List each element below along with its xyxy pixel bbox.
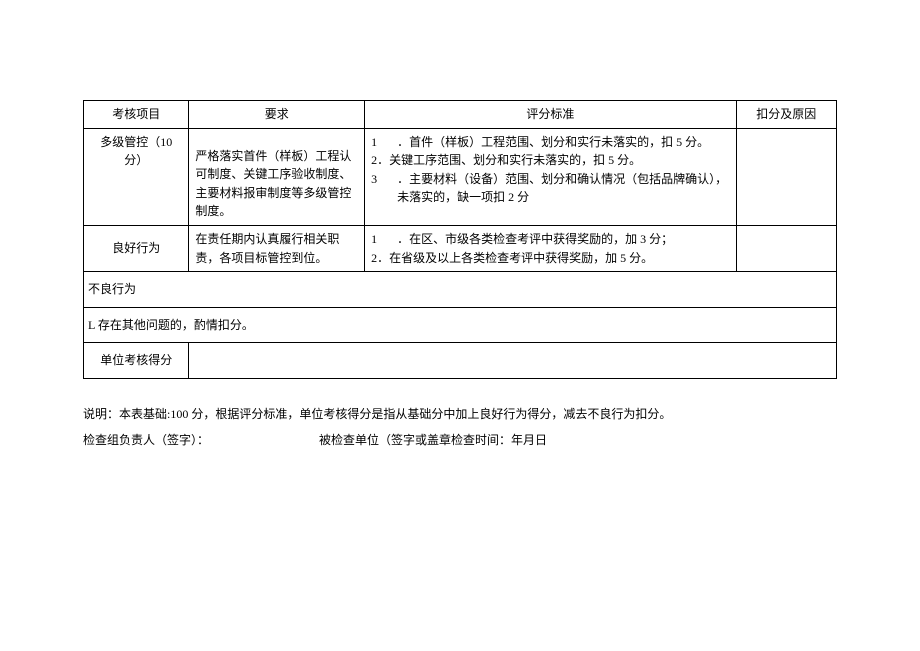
- cell-requirement: 在责任期内认真履行相关职责，各项目标管控到位。: [189, 225, 365, 271]
- cell-criteria: 1 ．在区、市级各类检查考评中获得奖励的，加 3 分； 2．在省级及以上各类检查…: [365, 225, 736, 271]
- cell-item: 多级管控（10 分）: [84, 128, 189, 225]
- cell-item: 单位考核得分: [84, 343, 189, 379]
- notes-block: 说明：本表基础:100 分，根据评分标准，单位考核得分是指从基础分中加上良好行为…: [83, 401, 837, 454]
- cell-requirement: 严格落实首件（样板）工程认可制度、关键工序验收制度、主要材料报审制度等多级管控制…: [189, 128, 365, 225]
- cell-deduction: [736, 128, 836, 225]
- table-row: 多级管控（10 分） 严格落实首件（样板）工程认可制度、关键工序验收制度、主要材…: [84, 128, 837, 225]
- table-row: L 存在其他问题的，酌情扣分。: [84, 307, 837, 343]
- criteria-text: ．首件（样板）工程范围、划分和实行未落实的，扣 5 分。: [397, 133, 729, 152]
- table-row: 单位考核得分: [84, 343, 837, 379]
- criteria-num: 1: [371, 133, 385, 152]
- cell-deduction: [736, 225, 836, 271]
- table-row: 不良行为: [84, 272, 837, 308]
- criteria-text: 2．关键工序范围、划分和实行未落实的，扣 5 分。: [371, 151, 729, 170]
- criteria-num: 1: [371, 230, 385, 249]
- cell-full: 不良行为: [84, 272, 837, 308]
- sig-unit: 被检查单位（签字或盖章检查时间：年月日: [319, 433, 547, 447]
- cell-full: L 存在其他问题的，酌情扣分。: [84, 307, 837, 343]
- header-criteria: 评分标准: [365, 101, 736, 129]
- note-signatures: 检查组负责人（签字）： 被检查单位（签字或盖章检查时间：年月日: [83, 427, 837, 453]
- header-requirement: 要求: [189, 101, 365, 129]
- criteria-text: ．主要材料（设备）范围、划分和确认情况（包括品牌确认），未落实的，缺一项扣 2 …: [397, 170, 729, 207]
- header-item: 考核项目: [84, 101, 189, 129]
- note-explain: 说明：本表基础:100 分，根据评分标准，单位考核得分是指从基础分中加上良好行为…: [83, 401, 837, 427]
- assessment-table: 考核项目 要求 评分标准 扣分及原因 多级管控（10 分） 严格落实首件（样板）…: [83, 100, 837, 379]
- cell-empty: [189, 343, 837, 379]
- criteria-num: 3: [371, 170, 385, 207]
- criteria-text: ．在区、市级各类检查考评中获得奖励的，加 3 分；: [397, 230, 729, 249]
- table-header-row: 考核项目 要求 评分标准 扣分及原因: [84, 101, 837, 129]
- header-deduction: 扣分及原因: [736, 101, 836, 129]
- cell-criteria: 1 ．首件（样板）工程范围、划分和实行未落实的，扣 5 分。 2．关键工序范围、…: [365, 128, 736, 225]
- criteria-text: 2．在省级及以上各类检查考评中获得奖励，加 5 分。: [371, 249, 729, 268]
- sig-leader: 检查组负责人（签字）：: [83, 433, 209, 447]
- cell-item: 良好行为: [84, 225, 189, 271]
- table-row: 良好行为 在责任期内认真履行相关职责，各项目标管控到位。 1 ．在区、市级各类检…: [84, 225, 837, 271]
